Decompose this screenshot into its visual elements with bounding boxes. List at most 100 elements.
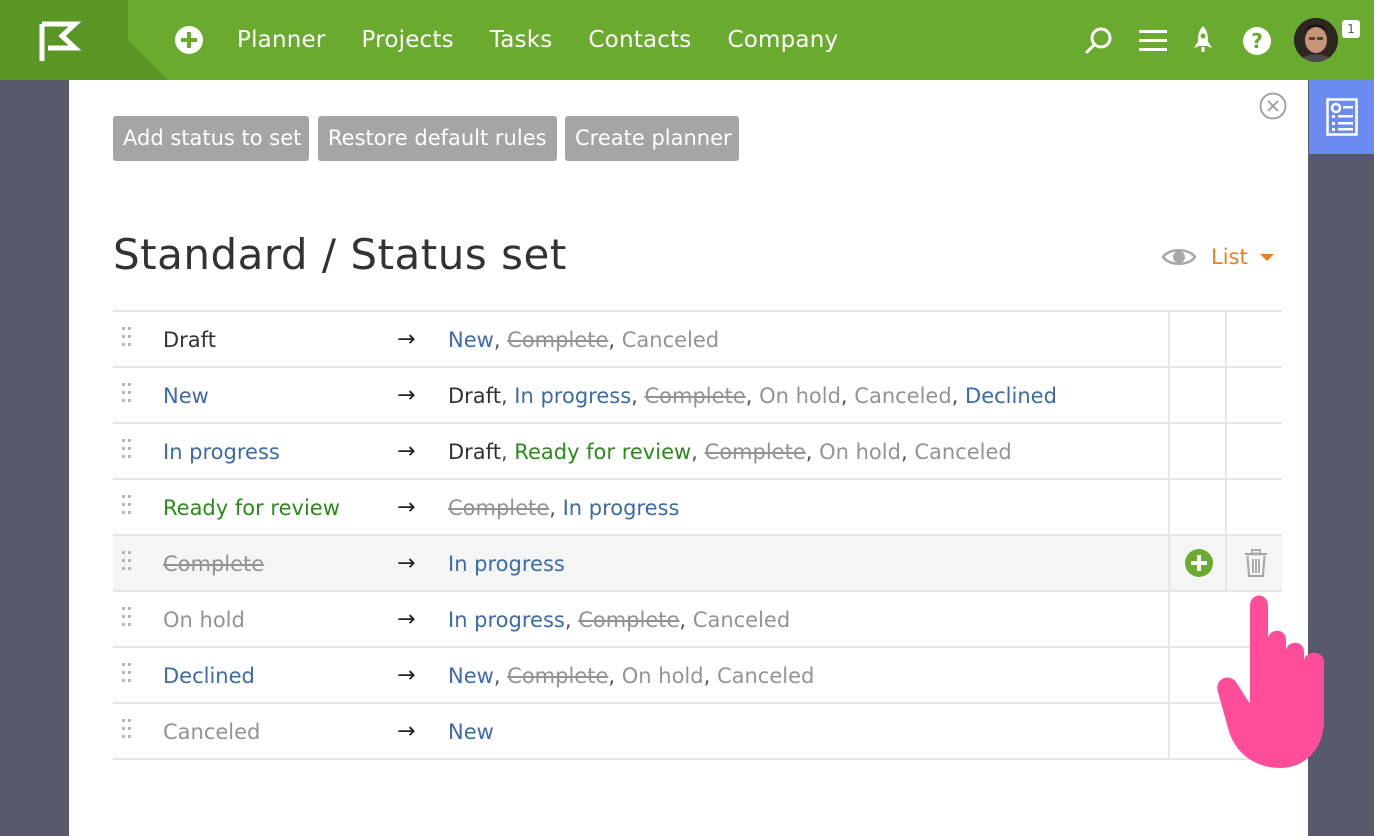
drag-handle-icon[interactable] xyxy=(121,550,133,574)
drag-handle-icon[interactable] xyxy=(121,326,133,350)
transition-target[interactable]: On hold xyxy=(759,384,841,408)
eye-icon xyxy=(1161,249,1197,265)
status-set-panel: Add status to set Restore default rules … xyxy=(69,80,1308,836)
status-name[interactable]: Complete xyxy=(163,536,264,592)
add-transition-cell[interactable] xyxy=(1168,536,1225,590)
nav-planner[interactable]: Planner xyxy=(237,27,326,53)
avatar-image xyxy=(1294,18,1338,62)
transition-target[interactable]: Complete xyxy=(507,328,608,352)
status-name[interactable]: New xyxy=(163,368,209,424)
table-row[interactable]: On hold → In progress, Complete, Canceled xyxy=(113,592,1282,648)
separator: , xyxy=(608,328,622,352)
close-icon[interactable] xyxy=(1259,92,1287,120)
transition-target[interactable]: In progress xyxy=(563,496,680,520)
transition-target[interactable]: Complete xyxy=(705,440,806,464)
transition-list: New xyxy=(448,704,494,760)
transition-target[interactable]: In progress xyxy=(448,608,565,632)
status-name[interactable]: Declined xyxy=(163,648,255,704)
nav-projects[interactable]: Projects xyxy=(362,27,454,53)
rocket-icon[interactable] xyxy=(1191,24,1215,56)
status-name[interactable]: Ready for review xyxy=(163,480,340,536)
transition-target[interactable]: New xyxy=(448,664,494,688)
create-planner-button[interactable]: Create planner xyxy=(565,116,739,161)
arrow-right-icon: → xyxy=(397,383,416,408)
chevron-down-icon[interactable] xyxy=(1259,252,1274,262)
settings-panel-tab[interactable] xyxy=(1309,80,1374,154)
transition-target[interactable]: In progress xyxy=(514,384,631,408)
table-row[interactable]: Ready for review → Complete, In progress xyxy=(113,480,1282,536)
action-cell xyxy=(1168,424,1225,478)
transition-target[interactable]: New xyxy=(448,328,494,352)
transition-target[interactable]: Declined xyxy=(965,384,1057,408)
drag-handle-icon[interactable] xyxy=(121,718,133,742)
avatar[interactable] xyxy=(1294,18,1338,62)
transition-target[interactable]: New xyxy=(448,720,494,744)
transition-list: Draft, Ready for review, Complete, On ho… xyxy=(448,424,1012,480)
trash-icon[interactable] xyxy=(1227,536,1284,590)
flag-logo-icon[interactable] xyxy=(0,0,168,80)
transition-target[interactable]: In progress xyxy=(448,552,565,576)
action-cell xyxy=(1168,480,1225,534)
status-name[interactable]: On hold xyxy=(163,592,245,648)
separator: , xyxy=(679,608,693,632)
transition-target[interactable]: On hold xyxy=(622,664,704,688)
transition-target[interactable]: Draft xyxy=(448,440,501,464)
transition-target[interactable]: Complete xyxy=(507,664,608,688)
action-cell xyxy=(1225,480,1282,534)
delete-status-cell[interactable] xyxy=(1225,536,1282,590)
drag-handle-icon[interactable] xyxy=(121,662,133,686)
drag-handle-icon[interactable] xyxy=(121,606,133,630)
separator: , xyxy=(745,384,760,408)
transition-target[interactable]: Complete xyxy=(645,384,746,408)
add-circle-icon[interactable] xyxy=(175,26,203,54)
action-cell xyxy=(1225,312,1282,366)
add-circle-icon[interactable] xyxy=(1170,536,1227,590)
drag-handle-icon[interactable] xyxy=(121,438,133,462)
separator: , xyxy=(564,608,579,632)
transition-target[interactable]: On hold xyxy=(819,440,901,464)
table-row[interactable]: Declined → New, Complete, On hold, Cancele… xyxy=(113,648,1282,704)
table-row[interactable]: Complete → In progress xyxy=(113,536,1282,592)
nav-company[interactable]: Company xyxy=(728,27,839,53)
table-row[interactable]: Draft → New, Complete, Canceled xyxy=(113,312,1282,368)
drag-handle-icon[interactable] xyxy=(121,494,133,518)
transition-target[interactable]: Canceled xyxy=(914,440,1011,464)
arrow-right-icon: → xyxy=(397,719,416,744)
help-icon[interactable]: ? xyxy=(1242,26,1272,56)
arrow-right-icon: → xyxy=(397,607,416,632)
action-cell xyxy=(1168,368,1225,422)
action-cell xyxy=(1225,368,1282,422)
settings-list-icon xyxy=(1325,98,1358,136)
table-row[interactable]: Canceled → New xyxy=(113,704,1282,760)
arrow-right-icon: → xyxy=(397,327,416,352)
transition-list: New, Complete, Canceled xyxy=(448,312,719,368)
table-row[interactable]: In progress → Draft, Ready for review, Com… xyxy=(113,424,1282,480)
status-name[interactable]: Canceled xyxy=(163,704,260,760)
transition-list: New, Complete, On hold, Canceled xyxy=(448,648,814,704)
transition-target[interactable]: Canceled xyxy=(622,328,719,352)
status-name[interactable]: In progress xyxy=(163,424,280,480)
drag-handle-icon[interactable] xyxy=(121,382,133,406)
view-label[interactable]: List xyxy=(1211,245,1248,269)
table-row[interactable]: New → Draft, In progress, Complete, On hol… xyxy=(113,368,1282,424)
transition-target[interactable]: Canceled xyxy=(717,664,814,688)
transition-target[interactable]: Canceled xyxy=(854,384,951,408)
notification-badge[interactable]: 1 xyxy=(1342,20,1360,38)
add-status-button[interactable]: Add status to set xyxy=(113,116,309,161)
transition-target[interactable]: Complete xyxy=(578,608,679,632)
search-icon[interactable] xyxy=(1084,26,1114,56)
separator: , xyxy=(840,384,855,408)
transition-target[interactable]: Complete xyxy=(448,496,549,520)
menu-icon[interactable] xyxy=(1139,28,1167,52)
hand-cursor-icon xyxy=(1217,595,1324,768)
restore-default-rules-button[interactable]: Restore default rules xyxy=(318,116,557,161)
view-switcher[interactable]: List xyxy=(1161,240,1274,274)
nav-contacts[interactable]: Contacts xyxy=(588,27,691,53)
status-name[interactable]: Draft xyxy=(163,312,216,368)
arrow-right-icon: → xyxy=(397,551,416,576)
transition-target[interactable]: Draft xyxy=(448,384,501,408)
transition-target[interactable]: Canceled xyxy=(693,608,790,632)
action-cell xyxy=(1168,312,1225,366)
transition-target[interactable]: Ready for review xyxy=(514,440,691,464)
nav-tasks[interactable]: Tasks xyxy=(490,27,553,53)
